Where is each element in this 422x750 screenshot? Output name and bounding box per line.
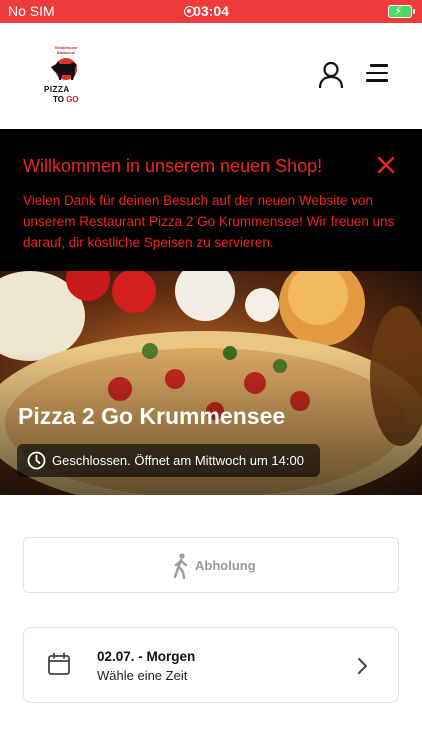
opening-status-badge: Geschlossen. Öffnet am Mittwoch um 14:00 <box>17 444 320 477</box>
restaurant-logo[interactable]: Steakhouse Barbecue PIZZA TO GO <box>40 45 86 107</box>
clock-time: 03:04 <box>193 3 229 19</box>
welcome-banner: Willkommen in unserem neuen Shop! Vielen… <box>0 129 422 271</box>
selected-date: 02.07. - Morgen <box>97 649 196 664</box>
site-header: Steakhouse Barbecue PIZZA TO GO <box>0 23 422 129</box>
banner-title: Willkommen in unserem neuen Shop! <box>23 156 323 176</box>
logo-togo-text: TO GO <box>53 95 79 104</box>
battery-charging-icon: ⚡ <box>388 4 415 18</box>
calendar-icon <box>48 652 70 675</box>
hamburger-menu-icon[interactable] <box>364 64 388 86</box>
walking-person-icon <box>173 553 188 579</box>
user-icon[interactable] <box>318 61 344 89</box>
choose-time-hint: Wähle eine Zeit <box>97 668 188 683</box>
logo-tagline: Steakhouse Barbecue <box>54 45 78 55</box>
hero-image: Pizza 2 Go Krummensee Geschlossen. Öffne… <box>0 271 422 495</box>
bull-logo-icon <box>51 58 77 80</box>
status-bar: No SIM 03:04 ⚡ <box>0 0 422 23</box>
clock-icon <box>27 451 46 470</box>
opening-status-text: Geschlossen. Öffnet am Mittwoch um 14:00 <box>52 453 304 468</box>
chevron-right-icon <box>358 658 367 674</box>
restaurant-name: Pizza 2 Go Krummensee <box>18 403 286 429</box>
banner-message: Vielen Dank für deinen Besuch auf der ne… <box>23 193 395 250</box>
time-selector[interactable]: 02.07. - Morgen Wähle eine Zeit <box>23 627 399 703</box>
pickup-button[interactable]: Abholung <box>23 537 399 593</box>
close-icon[interactable] <box>376 155 396 175</box>
pickup-label: Abholung <box>195 558 256 573</box>
logo-pizza-text: PIZZA <box>44 85 70 94</box>
